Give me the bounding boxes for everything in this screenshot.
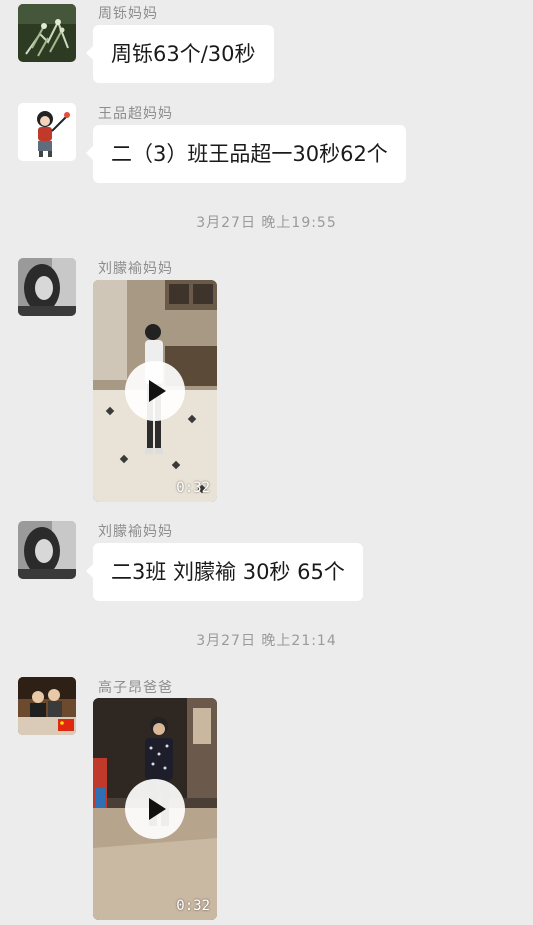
play-icon[interactable] (125, 361, 185, 421)
cartoon-girl-icon (18, 103, 76, 161)
sender-name: 周铄妈妈 (98, 6, 158, 22)
avatar[interactable] (18, 677, 76, 735)
message-bubble[interactable]: 二3班 刘朦褕 30秒 65个 (86, 543, 363, 601)
sender-name: 刘朦褕妈妈 (98, 261, 173, 277)
video-message[interactable]: 0:32 (93, 280, 217, 502)
avatar[interactable] (18, 258, 76, 316)
timestamp: 3月27日 晚上19:55 (196, 215, 337, 231)
plant-photo-icon (18, 4, 76, 62)
message-bubble[interactable]: 二（3）班王品超一30秒62个 (86, 125, 406, 183)
sender-name: 王品超妈妈 (98, 106, 173, 122)
message-bubble[interactable]: 周铄63个/30秒 (86, 25, 274, 83)
family-photo-icon (18, 677, 76, 735)
video-duration: 0:32 (176, 898, 210, 914)
video-duration: 0:32 (176, 480, 210, 496)
avatar[interactable] (18, 103, 76, 161)
sender-name: 高子昂爸爸 (98, 680, 173, 696)
portrait-photo-icon (18, 258, 76, 316)
video-message[interactable]: 0:32 (93, 698, 217, 920)
play-icon[interactable] (125, 779, 185, 839)
timestamp: 3月27日 晚上21:14 (196, 633, 337, 649)
avatar[interactable] (18, 521, 76, 579)
avatar[interactable] (18, 4, 76, 62)
sender-name: 刘朦褕妈妈 (98, 524, 173, 540)
portrait-photo-icon (18, 521, 76, 579)
